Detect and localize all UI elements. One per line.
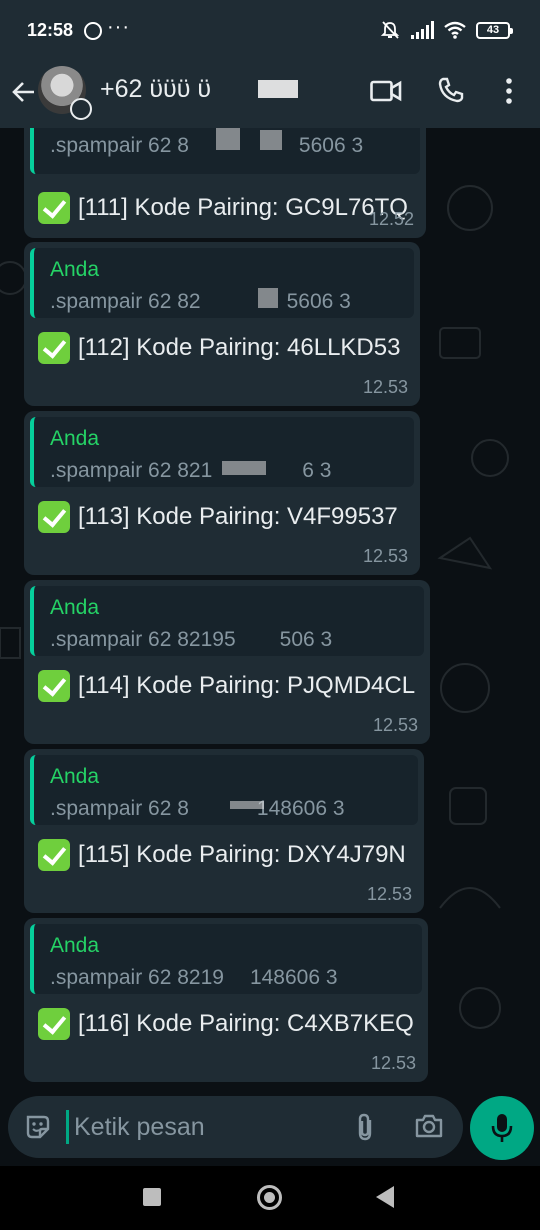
chat-header: +62 ϋϋϋ ϋ <box>0 62 540 128</box>
quoted-text: .spampair 62 82195 506 3 <box>50 628 333 651</box>
redaction-block <box>258 80 298 98</box>
message-time: 12.53 <box>370 1053 416 1073</box>
quoted-author: Anda <box>50 934 100 957</box>
battery-icon: 43 <box>476 21 513 39</box>
quoted-author: Anda <box>50 427 100 450</box>
message-bubble[interactable]: Anda .spampair 62 82 5606 3 [112] Kode Pa… <box>24 242 420 406</box>
status-bar: 12:58 ··· 43 <box>0 0 540 62</box>
quoted-text: .spampair 62 8 5606 3 <box>50 134 364 157</box>
message-time: 12.53 <box>362 546 408 566</box>
status-time: 12:58 <box>27 20 74 40</box>
message-composer[interactable]: Ketik pesan <box>8 1096 463 1158</box>
message-time: 12.52 <box>368 209 414 229</box>
redaction-block <box>260 130 282 150</box>
system-icons: 43 <box>380 20 513 40</box>
message-time: 12.53 <box>362 377 408 397</box>
video-call-icon[interactable] <box>370 78 402 104</box>
nav-back-icon[interactable] <box>376 1186 394 1208</box>
message-time: 12.53 <box>366 884 412 904</box>
quoted-message[interactable]: Anda .spampair 62 82 5606 3 <box>30 248 414 318</box>
quoted-text: .spampair 62 821 6 3 <box>50 459 332 482</box>
microphone-icon <box>491 1114 513 1142</box>
message-text: [112] Kode Pairing: 46LLKD53 <box>38 332 400 364</box>
wifi-icon <box>444 21 466 39</box>
message-text: [116] Kode Pairing: C4XB7KEQ <box>38 1008 414 1040</box>
mute-icon <box>380 21 400 39</box>
message-text: [111] Kode Pairing: GC9L76TQ <box>38 192 408 224</box>
quoted-message[interactable]: Anda .spampair 62 82195 506 3 <box>30 586 424 656</box>
redaction-block <box>230 801 264 809</box>
voice-message-button[interactable] <box>470 1096 534 1160</box>
check-mark-emoji-icon <box>38 501 70 533</box>
quoted-author: Anda <box>50 258 100 281</box>
text-cursor <box>66 1110 69 1144</box>
home-icon[interactable] <box>257 1185 282 1210</box>
redaction-block <box>222 461 266 475</box>
message-text: [113] Kode Pairing: V4F99537 <box>38 501 398 533</box>
quoted-message[interactable]: Anda .spampair 62 8 148606 3 <box>30 755 418 825</box>
redaction-block <box>216 128 240 150</box>
whatsapp-icon <box>84 22 102 40</box>
quoted-message[interactable]: Anda .spampair 62 821 6 3 <box>30 417 414 487</box>
message-bubble[interactable]: Anda .spampair 62 8219 148606 3 [116] Kod… <box>24 918 428 1082</box>
overflow-menu-icon[interactable] <box>500 76 518 106</box>
message-time: 12.53 <box>372 715 418 735</box>
system-nav-bar <box>0 1166 540 1230</box>
message-bubble[interactable]: Anda .spampair 62 82195 506 3 [114] Kode … <box>24 580 430 744</box>
voice-call-icon[interactable] <box>437 76 465 104</box>
recents-icon[interactable] <box>143 1188 161 1206</box>
quoted-author: Anda <box>50 765 100 788</box>
sticker-icon[interactable] <box>24 1113 52 1141</box>
quoted-author: Anda <box>50 596 100 619</box>
more-dots-icon: ··· <box>107 16 130 38</box>
contact-name[interactable]: +62 ϋϋϋ ϋ <box>100 75 211 104</box>
message-bubble[interactable]: Anda .spampair 62 8 148606 3 [115] Kode P… <box>24 749 424 913</box>
check-mark-emoji-icon <box>38 839 70 871</box>
quoted-message[interactable]: Anda .spampair 62 8219 148606 3 <box>30 924 422 994</box>
check-mark-emoji-icon <box>38 1008 70 1040</box>
check-mark-emoji-icon <box>38 670 70 702</box>
signal-icon <box>411 21 434 39</box>
status-ring-icon <box>70 98 92 120</box>
quoted-text: .spampair 62 8219 148606 3 <box>50 966 338 989</box>
attach-icon[interactable] <box>354 1112 378 1142</box>
quoted-text: .spampair 62 82 5606 3 <box>50 290 351 313</box>
message-input[interactable]: Ketik pesan <box>74 1113 205 1142</box>
redaction-block <box>258 288 278 308</box>
message-text: [114] Kode Pairing: PJQMD4CL <box>38 670 415 702</box>
message-bubble[interactable]: .spampair 62 8 5606 3 [111] Kode Pairing:… <box>24 128 426 238</box>
chat-area[interactable]: .spampair 62 8 5606 3 [111] Kode Pairing:… <box>0 128 540 1098</box>
camera-icon[interactable] <box>414 1113 444 1139</box>
check-mark-emoji-icon <box>38 332 70 364</box>
message-bubble[interactable]: Anda .spampair 62 821 6 3 [113] Kode Pair… <box>24 411 420 575</box>
message-text: [115] Kode Pairing: DXY4J79N <box>38 839 406 871</box>
check-mark-emoji-icon <box>38 192 70 224</box>
back-arrow-icon[interactable] <box>10 79 36 105</box>
quoted-text: .spampair 62 8 148606 3 <box>50 797 345 820</box>
